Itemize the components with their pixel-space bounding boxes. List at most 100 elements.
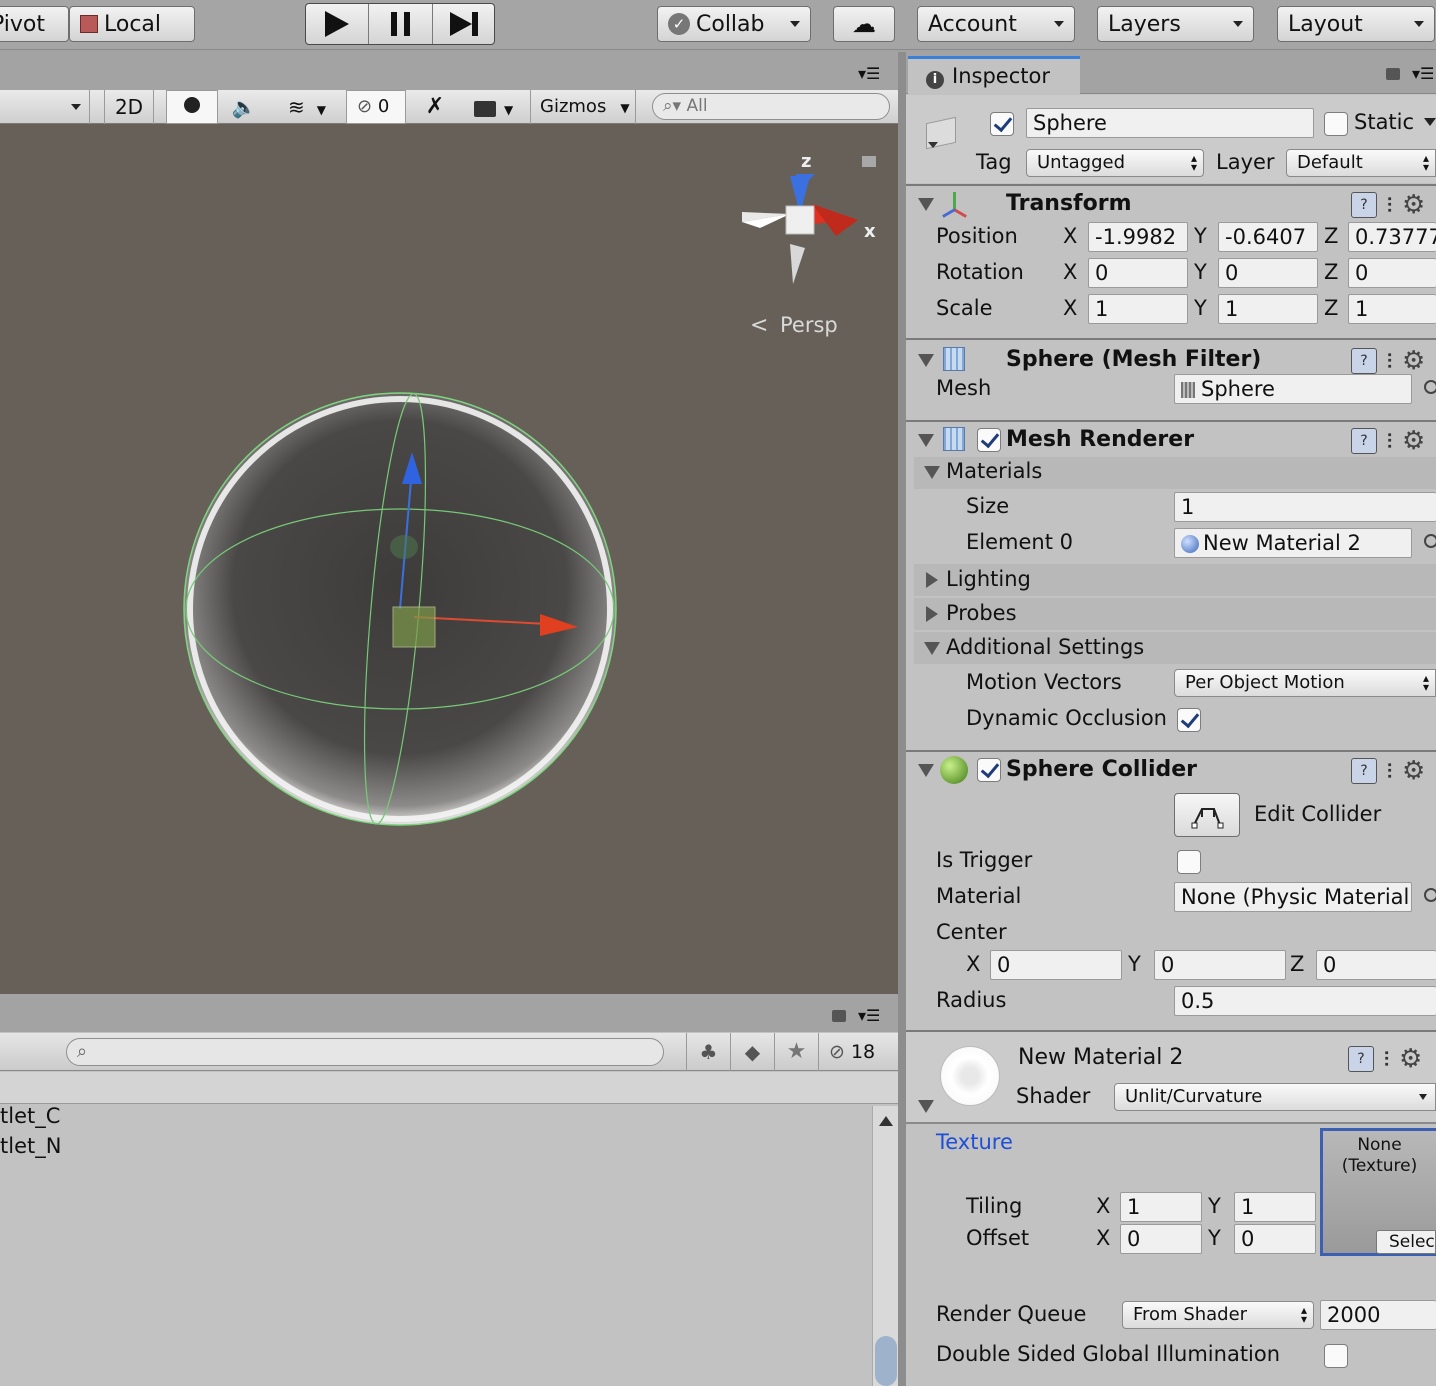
tiling-y-field[interactable]: 1 (1234, 1192, 1316, 1222)
mesh-renderer-foldout-icon[interactable] (918, 434, 934, 447)
radius-field[interactable]: 0.5 (1174, 986, 1436, 1016)
sphere-collider-title[interactable]: Sphere Collider (1006, 757, 1197, 782)
motion-vectors-dropdown[interactable]: Per Object Motion ▴ ▾ (1174, 669, 1436, 697)
camera-dropdown[interactable]: ▼ (464, 90, 528, 124)
orientation-gizmo[interactable] (742, 174, 858, 284)
help-icon[interactable]: ? (1348, 1046, 1374, 1072)
scene-lock-icon[interactable] (862, 156, 876, 167)
effects-dropdown[interactable]: ≋ ▼ (272, 90, 342, 124)
panel-divider[interactable] (898, 52, 906, 1386)
tag-dropdown[interactable]: Untagged ▴ ▾ (1026, 149, 1204, 177)
project-panel-menu-icon[interactable]: ▾☰ (858, 1006, 880, 1025)
gameobject-active-checkbox[interactable] (990, 112, 1014, 136)
tab-inspector[interactable]: i Inspector (908, 56, 1080, 94)
tiling-x-label[interactable]: X (1096, 1194, 1110, 1218)
element0-object-picker-icon[interactable] (1424, 534, 1436, 548)
cloud-button[interactable]: ☁ (833, 6, 895, 42)
rotation-x-field[interactable]: 0 (1088, 258, 1188, 288)
collider-material-field[interactable]: None (Physic Material) (1174, 882, 1412, 912)
additional-settings-foldout-icon[interactable] (924, 642, 940, 655)
preset-sliders-icon[interactable]: ⫶ (1387, 758, 1392, 786)
offset-label[interactable]: Offset (966, 1226, 1029, 1250)
layers-button[interactable]: Layers (1097, 6, 1254, 42)
scale-y-label[interactable]: Y (1194, 296, 1207, 320)
rotation-label[interactable]: Rotation (936, 260, 1024, 284)
gameobject-name-field[interactable]: Sphere (1026, 108, 1314, 138)
inspector-panel-menu-icon[interactable]: ▾☰ (1412, 64, 1434, 83)
mesh-object-field[interactable]: Sphere (1174, 374, 1412, 404)
scale-z-field[interactable]: 1 (1348, 294, 1436, 324)
rotation-y-field[interactable]: 0 (1218, 258, 1318, 288)
list-item[interactable]: tlet_N (0, 1134, 61, 1158)
render-queue-field[interactable]: 2000 (1320, 1300, 1436, 1330)
gear-icon[interactable]: ⚙ (1402, 428, 1425, 456)
position-z-field[interactable]: 0.73777 (1348, 222, 1436, 252)
layout-button[interactable]: Layout (1277, 6, 1435, 42)
probes-foldout-icon[interactable] (926, 606, 938, 622)
rotation-z-label[interactable]: Z (1324, 260, 1338, 284)
lighting-label[interactable]: Lighting (946, 567, 1031, 591)
collider-material-picker-icon[interactable] (1424, 888, 1436, 902)
scene-panel-menu-icon[interactable]: ▾☰ (858, 64, 880, 83)
mesh-renderer-enabled-checkbox[interactable] (977, 428, 1001, 452)
material-preview-icon[interactable] (940, 1046, 1000, 1106)
tools-toggle[interactable]: ✗ (410, 90, 460, 124)
help-icon[interactable]: ? (1351, 758, 1377, 784)
mesh-renderer-title[interactable]: Mesh Renderer (1006, 427, 1194, 452)
help-icon[interactable]: ? (1351, 192, 1377, 218)
mesh-filter-title[interactable]: Sphere (Mesh Filter) (1006, 347, 1261, 372)
gear-icon[interactable]: ⚙ (1402, 758, 1425, 786)
scale-x-label[interactable]: X (1063, 296, 1077, 320)
texture-select-button[interactable]: Select (1376, 1230, 1436, 1254)
persp-label[interactable]: Persp (780, 313, 838, 337)
center-z-label[interactable]: Z (1290, 952, 1304, 976)
project-search-field[interactable]: ⌕ (66, 1038, 664, 1066)
scroll-thumb[interactable] (875, 1336, 897, 1386)
mesh-label[interactable]: Mesh (936, 376, 991, 400)
pause-button[interactable] (369, 4, 433, 44)
list-item[interactable]: tlet_C (0, 1104, 60, 1128)
project-scrollbar[interactable] (872, 1106, 898, 1386)
dsgi-label[interactable]: Double Sided Global Illumination (936, 1342, 1280, 1366)
mesh-object-picker-icon[interactable] (1424, 380, 1436, 394)
position-x-field[interactable]: -1.9982 (1088, 222, 1188, 252)
render-queue-label[interactable]: Render Queue (936, 1302, 1086, 1326)
center-label[interactable]: Center (936, 920, 1007, 944)
rotation-x-label[interactable]: X (1063, 260, 1077, 284)
gear-icon[interactable]: ⚙ (1402, 348, 1425, 376)
static-checkbox[interactable] (1324, 112, 1348, 136)
sphere-collider-foldout-icon[interactable] (918, 764, 934, 777)
collab-button[interactable]: ✓ Collab (657, 6, 811, 42)
element0-object-field[interactable]: New Material 2 (1174, 528, 1412, 558)
center-y-field[interactable]: 0 (1154, 950, 1286, 980)
dynamic-occlusion-label[interactable]: Dynamic Occlusion (966, 706, 1167, 730)
play-button[interactable] (306, 4, 369, 44)
2d-toggle[interactable]: 2D (104, 90, 154, 124)
rotation-z-field[interactable]: 0 (1348, 258, 1436, 288)
gear-icon[interactable]: ⚙ (1399, 1046, 1422, 1074)
preset-sliders-icon[interactable]: ⫶ (1384, 1046, 1389, 1074)
inspector-lock-icon[interactable] (1386, 68, 1400, 80)
offset-y-label[interactable]: Y (1208, 1226, 1221, 1250)
offset-x-field[interactable]: 0 (1120, 1224, 1202, 1254)
texture-label[interactable]: Texture (936, 1130, 1013, 1154)
audio-toggle[interactable]: 🔈 (218, 90, 270, 124)
shader-dropdown[interactable]: Unlit/Curvature (1114, 1083, 1436, 1111)
favorites-button[interactable]: ★ (774, 1033, 818, 1071)
render-queue-dropdown[interactable]: From Shader ▴ ▾ (1122, 1301, 1314, 1329)
scroll-up-icon[interactable] (879, 1116, 893, 1126)
transform-foldout-icon[interactable] (918, 198, 934, 211)
shading-mode-dropdown[interactable] (0, 90, 90, 124)
radius-label[interactable]: Radius (936, 988, 1006, 1012)
additional-settings-label[interactable]: Additional Settings (946, 635, 1144, 659)
materials-foldout-icon[interactable] (924, 466, 940, 479)
preset-sliders-icon[interactable]: ⫶ (1387, 348, 1392, 376)
dsgi-checkbox[interactable] (1324, 1344, 1348, 1368)
scale-y-field[interactable]: 1 (1218, 294, 1318, 324)
sphere-collider-enabled-checkbox[interactable] (977, 758, 1001, 782)
tiling-y-label[interactable]: Y (1208, 1194, 1221, 1218)
materials-label[interactable]: Materials (946, 459, 1042, 483)
help-icon[interactable]: ? (1351, 348, 1377, 374)
preset-sliders-icon[interactable]: ⫶ (1387, 192, 1392, 220)
hidden-objects-toggle[interactable]: ⊘ 0 (346, 90, 406, 124)
